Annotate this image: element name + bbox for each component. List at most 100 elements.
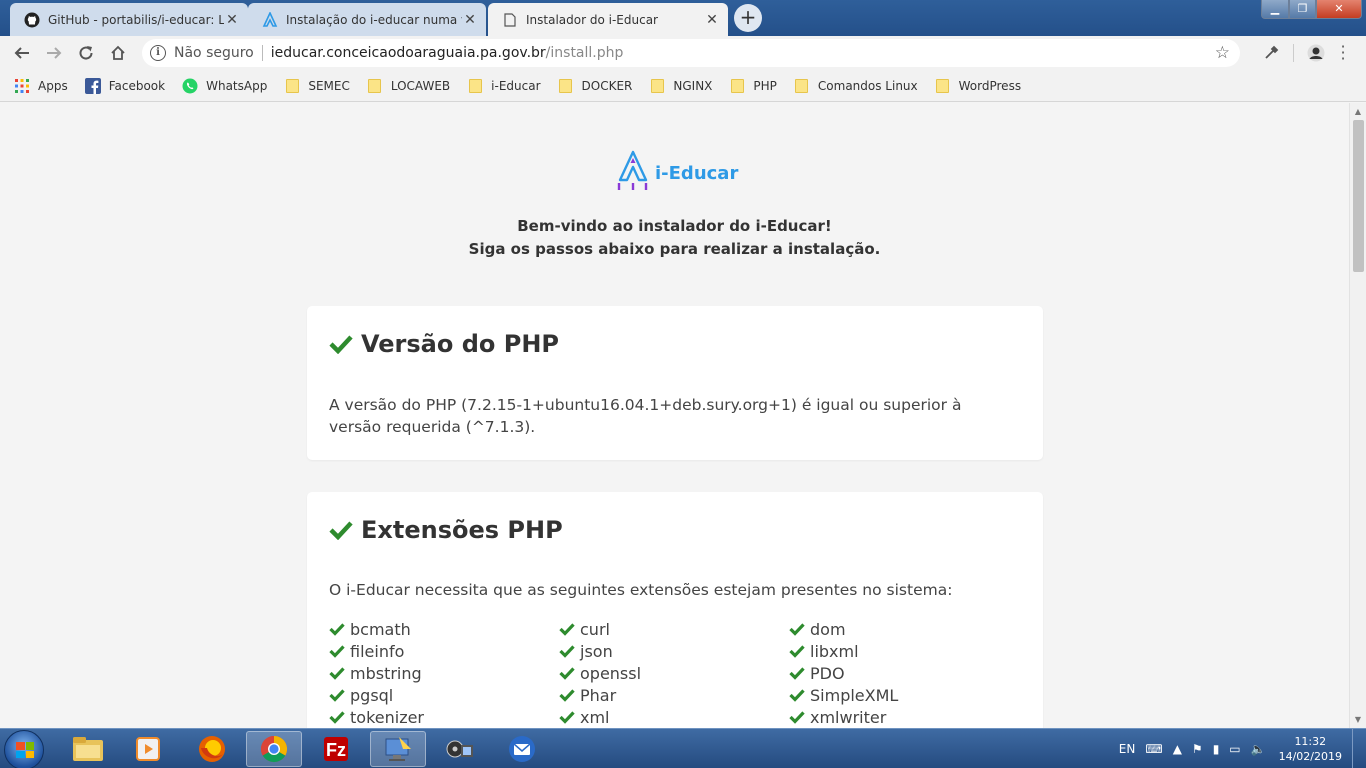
scroll-down-arrow-icon[interactable]: ▼: [1350, 711, 1366, 728]
facebook-icon: [84, 77, 101, 94]
volume-icon[interactable]: 🔈: [1251, 742, 1266, 756]
card-title-text: Versão do PHP: [361, 330, 559, 358]
ieducar-logo: i-Educar: [615, 150, 738, 194]
extension-name: dom: [810, 619, 846, 639]
windows-taskbar: Fz EN ⌨ ▲ ⚑ ▮ ▭ 🔈 11:32 14/02/2019: [0, 728, 1366, 768]
browser-menu-button[interactable]: · · ·: [1332, 39, 1354, 67]
info-icon[interactable]: i: [150, 45, 166, 61]
show-desktop-button[interactable]: [1352, 729, 1366, 768]
checkmark-icon: [329, 667, 345, 680]
bookmark-folder-semec[interactable]: SEMEC: [284, 78, 350, 94]
bookmark-folder-php[interactable]: PHP: [729, 78, 777, 94]
extension-item: pgsql: [329, 684, 559, 706]
new-tab-button[interactable]: +: [734, 4, 762, 32]
address-bar[interactable]: i Não seguro ieducar.conceicaodoaraguaia…: [142, 39, 1240, 67]
vertical-scrollbar[interactable]: ▲ ▼: [1349, 103, 1366, 728]
checkmark-icon: [559, 711, 575, 724]
start-button[interactable]: [4, 730, 44, 768]
reload-button[interactable]: [70, 39, 102, 67]
tab-installer[interactable]: Instalador do i-Educar ✕: [488, 3, 728, 36]
tab-vps-guide[interactable]: Instalação do i-educar numa vps ✕: [248, 3, 486, 36]
clock[interactable]: 11:32 14/02/2019: [1279, 734, 1342, 764]
action-center-flag-icon[interactable]: ⚑: [1192, 742, 1203, 756]
forward-button[interactable]: [38, 39, 70, 67]
url-path: /install.php: [545, 45, 624, 61]
video-editor-icon[interactable]: [432, 731, 488, 767]
extension-name: bcmath: [350, 619, 411, 639]
eyedropper-extension-button[interactable]: [1255, 39, 1287, 67]
keyboard-icon[interactable]: ⌨: [1145, 742, 1162, 756]
tab-title: GitHub - portabilis/i-educar: Lanç: [48, 12, 224, 27]
bookmark-folder-docker[interactable]: DOCKER: [558, 78, 633, 94]
close-icon[interactable]: ✕: [704, 12, 720, 28]
firefox-icon[interactable]: [184, 731, 240, 767]
rocket-logo-icon: [617, 150, 648, 190]
extension-item: tokenizer: [329, 706, 559, 728]
extension-item: xml: [559, 706, 789, 728]
home-button[interactable]: [102, 39, 134, 67]
browser-toolbar: i Não seguro ieducar.conceicaodoaraguaia…: [0, 36, 1366, 70]
maximize-button[interactable]: ❐: [1289, 0, 1316, 19]
bookmark-folder-ieducar[interactable]: i-Educar: [467, 78, 541, 94]
extension-name: libxml: [810, 641, 859, 661]
windows-logo-icon: [16, 742, 34, 758]
file-explorer-icon[interactable]: [60, 731, 116, 767]
bookmark-folder-comandos-linux[interactable]: Comandos Linux: [794, 78, 918, 94]
scrollbar-thumb[interactable]: [1353, 120, 1364, 272]
bookmark-star-icon[interactable]: ☆: [1215, 43, 1230, 63]
profile-avatar-button[interactable]: [1300, 39, 1332, 67]
extension-name: tokenizer: [350, 707, 425, 727]
minimize-button[interactable]: ▁: [1261, 0, 1289, 19]
close-icon[interactable]: ✕: [224, 12, 240, 28]
extension-item: json: [559, 640, 789, 662]
extension-name: curl: [580, 619, 610, 639]
show-hidden-icons-chevron-icon[interactable]: ▲: [1173, 742, 1182, 756]
thunderbird-icon[interactable]: [494, 731, 550, 767]
page-icon: [502, 12, 518, 28]
device-icon[interactable]: ▮: [1213, 742, 1220, 756]
bookmark-label: Apps: [38, 78, 68, 93]
scroll-up-arrow-icon[interactable]: ▲: [1350, 103, 1366, 120]
bookmark-folder-locaweb[interactable]: LOCAWEB: [367, 78, 450, 94]
bookmark-facebook[interactable]: Facebook: [84, 77, 165, 94]
avatar: [1307, 44, 1325, 62]
extension-name: SimpleXML: [810, 685, 899, 705]
checkmark-icon: [559, 645, 575, 658]
extension-name: Phar: [580, 685, 617, 705]
extensions-list: bcmath curl dom fileinfo json libxml mbs…: [329, 618, 1019, 728]
php-version-description: A versão do PHP (7.2.15-1+ubuntu16.04.1+…: [329, 396, 962, 436]
extension-name: pgsql: [350, 685, 394, 705]
checkmark-icon: [789, 689, 805, 702]
bookmark-label: DOCKER: [581, 78, 633, 93]
extension-item: xmlwriter: [789, 706, 1019, 728]
extension-item: Phar: [559, 684, 789, 706]
checkmark-icon: [789, 667, 805, 680]
bookmark-label: NGINX: [673, 78, 713, 93]
close-window-button[interactable]: ✕: [1316, 0, 1362, 19]
bookmark-folder-wordpress[interactable]: WordPress: [935, 78, 1021, 94]
back-button[interactable]: [6, 39, 38, 67]
extension-item: dom: [789, 618, 1019, 640]
bookmark-folder-nginx[interactable]: NGINX: [649, 78, 712, 94]
folder-icon: [935, 78, 951, 94]
tab-github[interactable]: GitHub - portabilis/i-educar: Lanç ✕: [10, 3, 248, 36]
remote-desktop-icon[interactable]: [370, 731, 426, 767]
bookmark-apps[interactable]: Apps: [14, 78, 68, 94]
extension-item: fileinfo: [329, 640, 559, 662]
media-player-icon[interactable]: [120, 731, 176, 767]
close-icon[interactable]: ✕: [462, 12, 478, 28]
chrome-icon[interactable]: [246, 731, 302, 767]
network-icon[interactable]: ▭: [1229, 742, 1240, 756]
language-indicator[interactable]: EN: [1119, 742, 1136, 756]
github-icon: [24, 12, 40, 28]
checkmark-icon: [789, 711, 805, 724]
checkmark-icon: [559, 689, 575, 702]
back-arrow-icon: [14, 47, 29, 59]
forward-arrow-icon: [47, 47, 62, 59]
url-host: ieducar.conceicaodoaraguaia.pa.gov.br: [270, 45, 546, 61]
php-version-card: Versão do PHP A versão do PHP (7.2.15-1+…: [307, 306, 1043, 460]
logo-text: i-Educar: [655, 163, 739, 184]
checkmark-icon: [559, 667, 575, 680]
filezilla-icon[interactable]: Fz: [308, 731, 364, 767]
bookmark-whatsapp[interactable]: WhatsApp: [182, 78, 267, 94]
